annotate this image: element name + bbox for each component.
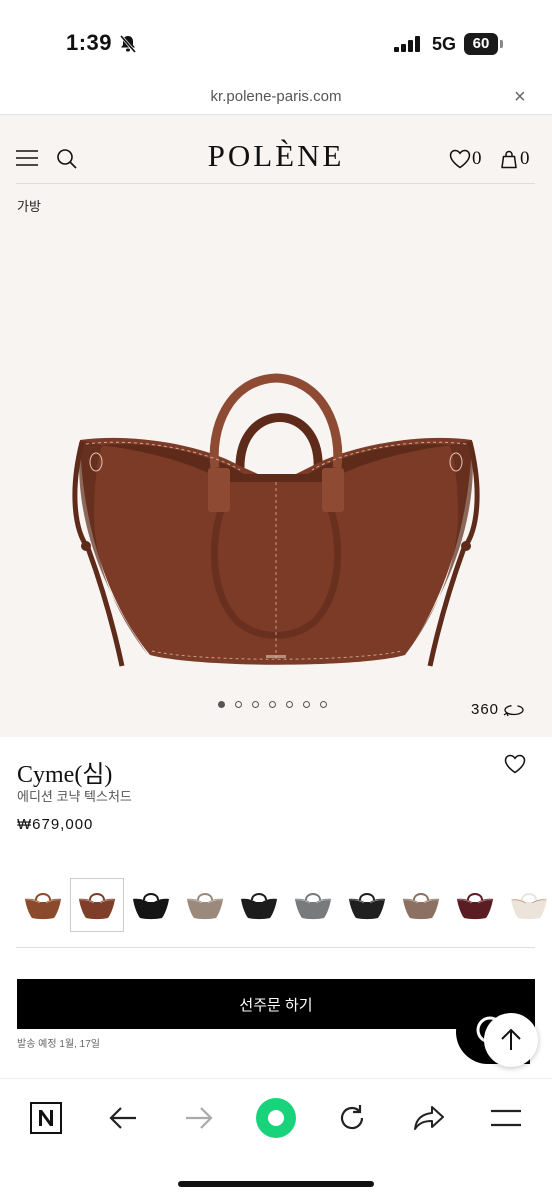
bag-thumbnail-icon [457, 893, 493, 920]
menu-button[interactable] [484, 1098, 528, 1138]
product-price: ₩679,000 [17, 816, 94, 833]
breadcrumb[interactable]: 가방 [17, 196, 41, 215]
product-name: Cyme(심) [17, 762, 113, 788]
green-dot-button[interactable] [254, 1098, 298, 1138]
arrow-left-icon [109, 1107, 136, 1129]
silent-mode-icon [118, 34, 138, 59]
gallery-dot[interactable] [218, 701, 225, 708]
scroll-to-top-button[interactable] [484, 1013, 538, 1067]
gallery-pagination[interactable] [218, 701, 327, 708]
network-type: 5G [432, 34, 457, 54]
status-time: 1:39 [66, 30, 113, 55]
color-swatches [16, 878, 552, 934]
wishlist-count: 0 [472, 148, 482, 169]
gallery-dot[interactable] [235, 701, 242, 708]
product-variant: 에디션 코냑 텍스처드 [17, 789, 132, 804]
swatch-grey[interactable] [286, 878, 340, 932]
cart-button[interactable]: 0 [499, 148, 530, 170]
gallery-dot[interactable] [303, 701, 310, 708]
swatch-black-textured[interactable] [232, 878, 286, 932]
share-button[interactable] [407, 1098, 451, 1138]
share-icon [414, 1106, 444, 1130]
battery-cap [500, 40, 503, 48]
url-text[interactable]: kr.polene-paris.com [0, 88, 552, 105]
bag-thumbnail-icon [133, 893, 169, 920]
swatch-cognac-textured[interactable] [70, 878, 124, 932]
back-button[interactable] [101, 1098, 145, 1138]
view-360-button[interactable]: 360 [471, 701, 525, 718]
swatch-black-contrast[interactable] [340, 878, 394, 932]
arrow-up-icon [501, 1028, 521, 1050]
view-360-label: 360 [471, 701, 500, 718]
bag-thumbnail-icon [295, 893, 331, 920]
bag-thumbnail-icon [349, 893, 385, 920]
naver-home-button[interactable] [24, 1098, 68, 1138]
swatch-divider [16, 947, 535, 948]
bag-thumbnail-icon [241, 893, 277, 920]
gallery-dot[interactable] [252, 701, 259, 708]
wishlist-button[interactable]: 0 [449, 148, 482, 170]
swatch-cognac-smooth[interactable] [16, 878, 70, 932]
shipping-note: 발송 예정 1월, 17일 [17, 1039, 100, 1050]
heart-icon [504, 754, 526, 774]
bag-thumbnail-icon [187, 893, 223, 920]
swatch-ecru[interactable] [502, 878, 552, 932]
cart-count: 0 [520, 148, 530, 169]
shopping-bag-icon [501, 150, 517, 169]
swatch-brown-grey[interactable] [394, 878, 448, 932]
reload-button[interactable] [330, 1098, 374, 1138]
header-divider [16, 183, 535, 184]
hamburger-icon [491, 1109, 521, 1127]
bag-thumbnail-icon [511, 893, 547, 920]
product-image[interactable] [60, 370, 492, 675]
bag-thumbnail-icon [79, 893, 115, 920]
rotate-360-icon [503, 704, 524, 716]
home-indicator [178, 1181, 374, 1187]
green-dot-icon [256, 1098, 296, 1138]
n-logo-icon [30, 1102, 62, 1134]
favorite-button[interactable] [504, 754, 526, 779]
heart-icon [449, 149, 471, 169]
battery-icon: 60 [464, 33, 498, 55]
bag-thumbnail-icon [403, 893, 439, 920]
close-icon[interactable]: × [514, 86, 526, 109]
swatch-burgundy[interactable] [448, 878, 502, 932]
gallery-dot[interactable] [269, 701, 276, 708]
gallery-dot[interactable] [320, 701, 327, 708]
swatch-taupe[interactable] [178, 878, 232, 932]
cellular-signal-icon [394, 36, 422, 57]
reload-icon [340, 1105, 364, 1130]
gallery-dot[interactable] [286, 701, 293, 708]
arrow-right-icon [186, 1107, 213, 1129]
swatch-black[interactable] [124, 878, 178, 932]
bag-thumbnail-icon [25, 893, 61, 920]
forward-button[interactable] [177, 1098, 221, 1138]
